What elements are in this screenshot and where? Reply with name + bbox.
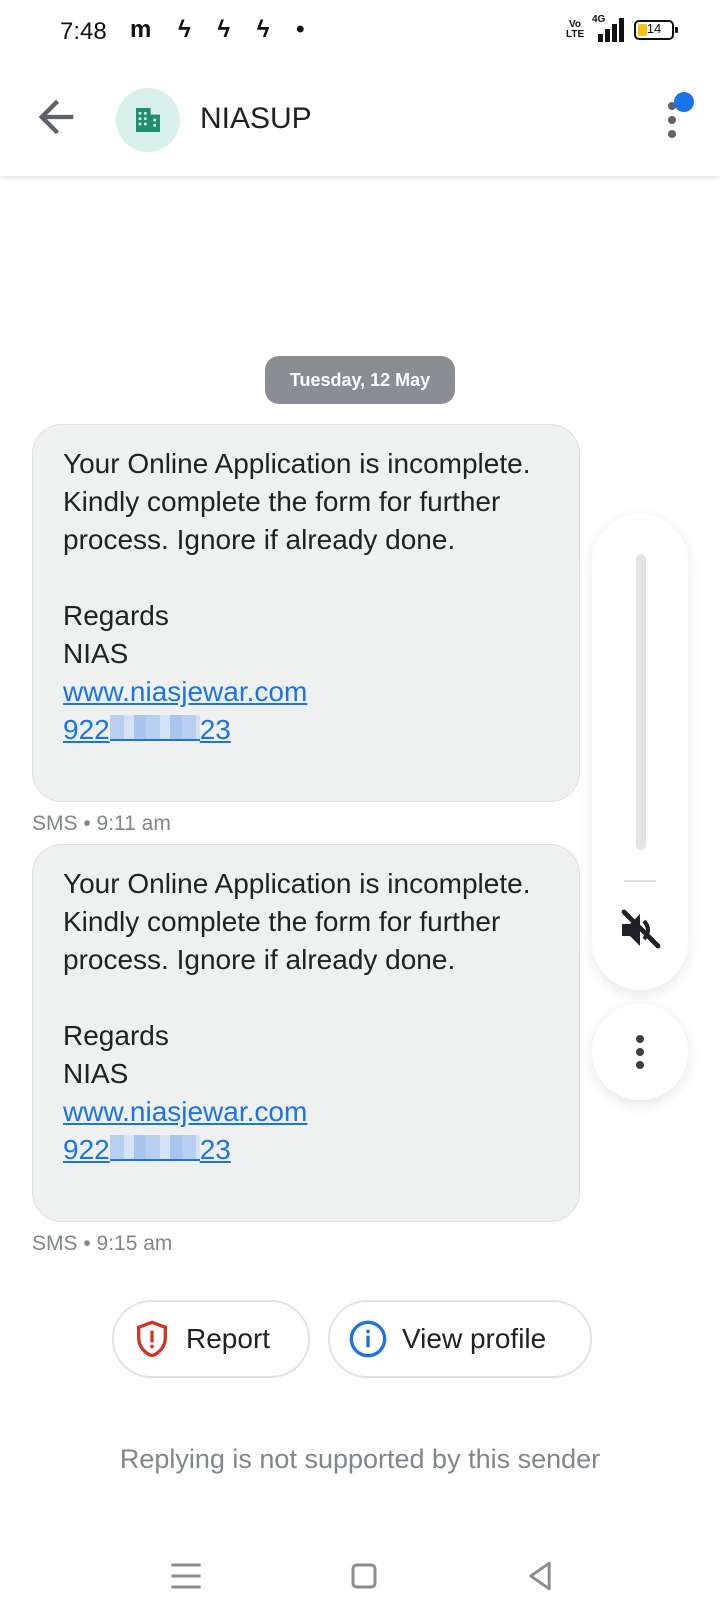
view-profile-button[interactable]: View profile (328, 1300, 592, 1378)
redacted-number (109, 715, 200, 741)
message-bubble[interactable]: Your Online Application is incomplete. K… (32, 844, 580, 1222)
system-nav-bar (0, 1540, 720, 1612)
message-sender: NIAS (63, 638, 129, 669)
message-phone[interactable]: 922 23 (63, 1134, 231, 1165)
redacted-number (109, 1135, 200, 1161)
volume-panel (592, 514, 688, 990)
status-time: 7:48 (60, 18, 107, 45)
network-type: 4G (592, 14, 606, 25)
volume-more-button[interactable] (592, 1004, 688, 1100)
volume-slider[interactable] (636, 554, 646, 850)
report-label: Report (186, 1323, 271, 1354)
message-body: Your Online Application is incomplete. K… (63, 868, 531, 975)
avatar[interactable] (116, 88, 180, 152)
contact-name: NIASUP (200, 102, 312, 135)
divider (624, 880, 656, 882)
reply-not-supported-note: Replying is not supported by this sender (119, 1444, 601, 1474)
signal-icon: 4G (592, 14, 626, 42)
menu-icon (171, 1563, 201, 1589)
volume-off-icon (621, 909, 661, 949)
volte-icon: Vo LTE (566, 19, 585, 40)
message-meta: SMS • 9:11 am (32, 812, 171, 835)
report-button[interactable]: Report (112, 1300, 310, 1378)
date-divider: Tuesday, 12 May (265, 356, 455, 404)
notification-icons: m ϟ ϟ ϟ • (130, 16, 315, 43)
back-button[interactable] (30, 91, 82, 143)
arrow-back-icon (38, 99, 74, 135)
shield-alert-icon (137, 1320, 167, 1358)
triangle-back-icon (529, 1561, 551, 1591)
recents-button[interactable] (164, 1554, 208, 1598)
message-bubble[interactable]: Your Online Application is incomplete. K… (32, 424, 580, 802)
more-vert-icon (636, 1035, 644, 1043)
message-body: Your Online Application is incomplete. K… (63, 448, 531, 555)
message-sender: NIAS (63, 1058, 129, 1089)
mute-button[interactable] (616, 906, 664, 954)
notification-dot (674, 92, 694, 112)
status-bar: 7:48 m ϟ ϟ ϟ • Vo LTE 4G 14 (0, 0, 720, 66)
message-regards: Regards (63, 600, 169, 631)
battery-level: 14 (646, 21, 662, 36)
message-phone[interactable]: 922 23 (63, 714, 231, 745)
message-link[interactable]: www.niasjewar.com (63, 1096, 307, 1127)
back-nav-button[interactable] (518, 1554, 562, 1598)
message-link[interactable]: www.niasjewar.com (63, 676, 307, 707)
info-icon (349, 1320, 387, 1358)
building-icon (136, 108, 160, 132)
message-meta: SMS • 9:15 am (32, 1232, 173, 1255)
home-button[interactable] (342, 1554, 386, 1598)
status-right-icons: Vo LTE 4G 14 (566, 14, 678, 42)
square-icon (351, 1563, 377, 1589)
more-options-button[interactable] (650, 90, 700, 150)
conversation-header: NIASUP (0, 66, 720, 176)
message-regards: Regards (63, 1020, 169, 1051)
battery-icon: 14 (634, 20, 678, 40)
view-profile-label: View profile (402, 1323, 547, 1354)
